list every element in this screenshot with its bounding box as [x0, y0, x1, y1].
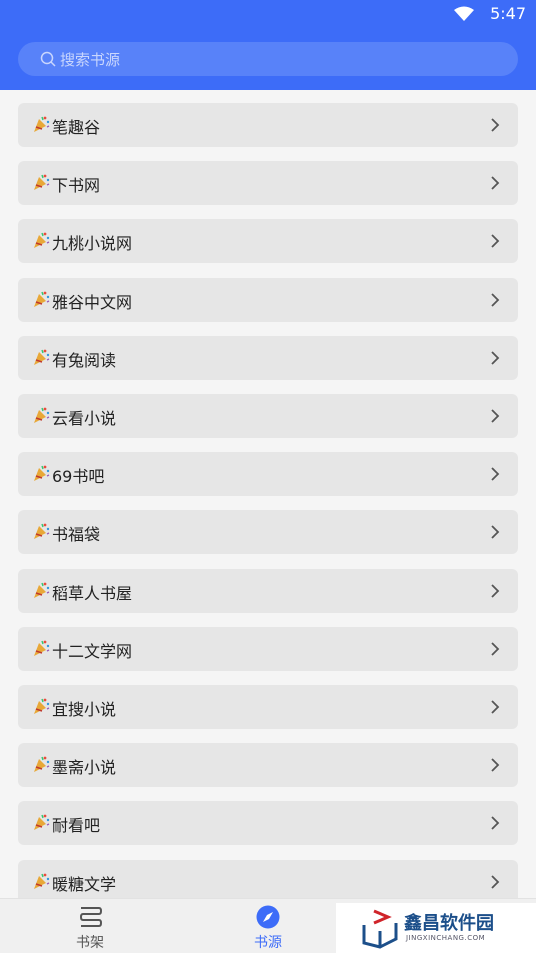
list-item[interactable]: 墨斋小说 — [18, 743, 518, 788]
list-item[interactable]: 笔趣谷 — [18, 103, 518, 147]
search-input[interactable]: 搜索书源 — [18, 42, 518, 76]
list-item-label: 有兔阅读 — [52, 350, 117, 370]
chevron-right-icon — [491, 583, 500, 598]
party-popper-icon — [34, 698, 50, 714]
list-item-label: 墨斋小说 — [52, 758, 117, 778]
party-popper-icon — [34, 465, 50, 482]
wifi-icon — [454, 6, 474, 21]
list-item[interactable]: 耐看吧 — [18, 801, 518, 846]
list-item[interactable]: 暖糖文学 — [18, 859, 518, 898]
chevron-right-icon — [491, 292, 500, 307]
party-popper-icon — [34, 116, 50, 132]
list-item-label: 雅谷中文网 — [52, 292, 133, 312]
source-list[interactable]: 笔趣谷下书网九桃小说网雅谷中文网有兔阅读云看小说 69书吧书福袋稻草人书屋十二文学… — [0, 90, 536, 898]
logo-icon — [362, 909, 398, 949]
chevron-right-icon — [491, 118, 500, 132]
list-item-label: 下书网 — [52, 176, 101, 196]
status-bar: 5:47 — [0, 0, 536, 30]
list-item-label: 云看小说 — [52, 409, 117, 428]
status-time: 5:47 — [490, 4, 526, 23]
party-popper-icon — [34, 582, 50, 598]
list-item[interactable]: 云看小说 — [18, 394, 518, 438]
party-popper-icon — [34, 814, 50, 831]
list-item-label: 69书吧 — [52, 467, 105, 487]
party-popper-icon — [34, 756, 50, 773]
list-item[interactable]: 下书网 — [18, 161, 518, 206]
party-popper-icon — [34, 873, 50, 889]
watermark-subtitle: JINGXINCHANG.COM — [406, 934, 486, 942]
chevron-right-icon — [491, 409, 500, 423]
nav-sources[interactable]: 书源 — [208, 899, 328, 953]
chevron-right-icon — [491, 758, 500, 772]
list-item-label: 书福袋 — [52, 525, 101, 545]
party-popper-icon — [34, 291, 50, 307]
chevron-right-icon — [491, 351, 500, 365]
list-item-label: 九桃小说网 — [52, 234, 133, 254]
list-item[interactable]: 雅谷中文网 — [18, 277, 518, 322]
search-icon — [40, 51, 56, 67]
list-item-label: 稻草人书屋 — [52, 583, 133, 603]
list-item-label: 耐看吧 — [52, 816, 101, 836]
search-placeholder: 搜索书源 — [60, 51, 121, 69]
list-item[interactable]: 宜搜小说 — [18, 685, 518, 729]
nav-bookshelf-label: 书架 — [76, 935, 104, 951]
watermark-logo: 鑫昌软件园 JINGXINCHANG.COM — [336, 903, 536, 953]
bookshelf-icon — [79, 907, 103, 927]
party-popper-icon — [34, 407, 50, 423]
party-popper-icon — [34, 232, 50, 249]
party-popper-icon — [34, 640, 50, 656]
compass-icon — [256, 905, 280, 929]
chevron-right-icon — [491, 525, 500, 540]
list-item[interactable]: 有兔阅读 — [18, 335, 518, 380]
list-item-label: 笔趣谷 — [52, 118, 101, 137]
list-item-label: 十二文学网 — [52, 641, 133, 661]
party-popper-icon — [34, 349, 50, 365]
list-item-label: 宜搜小说 — [52, 700, 117, 719]
chevron-right-icon — [491, 700, 500, 714]
list-item[interactable]: 69书吧 — [18, 452, 518, 497]
chevron-right-icon — [491, 467, 500, 481]
watermark-title: 鑫昌软件园 — [404, 913, 494, 934]
list-item[interactable]: 书福袋 — [18, 510, 518, 555]
chevron-right-icon — [491, 874, 500, 889]
party-popper-icon — [34, 174, 50, 191]
chevron-right-icon — [491, 234, 500, 249]
chevron-right-icon — [491, 642, 500, 656]
list-item[interactable]: 稻草人书屋 — [18, 568, 518, 613]
chevron-right-icon — [491, 816, 500, 831]
nav-sources-label: 书源 — [254, 935, 282, 951]
app-header: 5:47 搜索书源 — [0, 0, 536, 90]
list-item[interactable]: 十二文学网 — [18, 626, 518, 671]
nav-bookshelf[interactable]: 书架 — [30, 899, 150, 953]
list-item[interactable]: 九桃小说网 — [18, 219, 518, 264]
list-item-label: 暖糖文学 — [52, 874, 117, 894]
party-popper-icon — [34, 523, 50, 540]
chevron-right-icon — [491, 176, 500, 190]
